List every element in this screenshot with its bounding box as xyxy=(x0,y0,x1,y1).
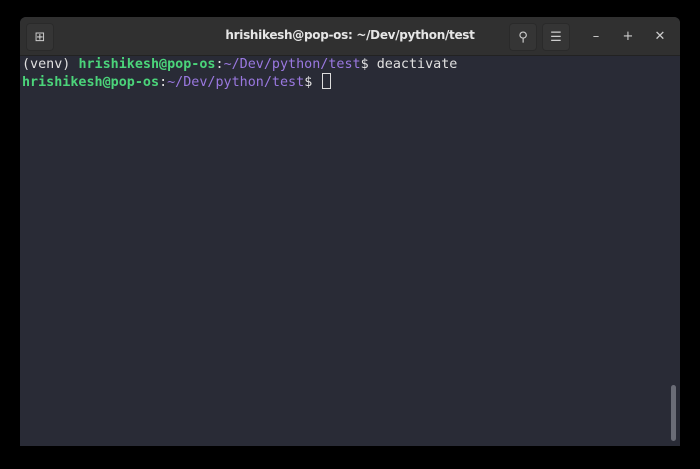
separator: : xyxy=(159,75,168,90)
user-host: hrishikesh@pop-os xyxy=(22,75,160,90)
menu-button[interactable]: ☰ xyxy=(542,23,570,51)
maximize-icon: + xyxy=(622,28,634,44)
text-cursor xyxy=(322,73,332,89)
venv-prefix: (venv) xyxy=(22,57,79,72)
search-icon: ⚲ xyxy=(518,29,528,45)
command: deactivate xyxy=(376,57,458,72)
search-button[interactable]: ⚲ xyxy=(509,23,537,51)
user-host: hrishikesh@pop-os xyxy=(78,57,216,72)
cwd-path: ~/Dev/python/test xyxy=(223,57,361,72)
prompt-symbol: $ xyxy=(304,75,321,90)
window-title: hrishikesh@pop-os: ~/Dev/python/test xyxy=(225,28,475,42)
maximize-button[interactable]: + xyxy=(615,23,641,49)
terminal-window: ⊞ hrishikesh@pop-os: ~/Dev/python/test ⚲… xyxy=(20,17,680,446)
terminal-line: hrishikesh@pop-os:~/Dev/python/test$ xyxy=(22,73,457,91)
title-bar[interactable]: ⊞ hrishikesh@pop-os: ~/Dev/python/test ⚲… xyxy=(20,17,680,56)
close-button[interactable]: ✕ xyxy=(647,23,673,49)
cwd-path: ~/Dev/python/test xyxy=(167,75,305,90)
minimize-icon: – xyxy=(592,28,600,44)
close-icon: ✕ xyxy=(654,28,666,44)
prompt-symbol: $ xyxy=(360,57,377,72)
terminal-line: (venv) hrishikesh@pop-os:~/Dev/python/te… xyxy=(22,57,457,73)
separator: : xyxy=(215,57,224,72)
scrollbar[interactable] xyxy=(671,385,676,441)
hamburger-menu-icon: ☰ xyxy=(550,29,562,45)
minimize-button[interactable]: – xyxy=(583,23,609,49)
terminal-output[interactable]: (venv) hrishikesh@pop-os:~/Dev/python/te… xyxy=(22,57,457,91)
